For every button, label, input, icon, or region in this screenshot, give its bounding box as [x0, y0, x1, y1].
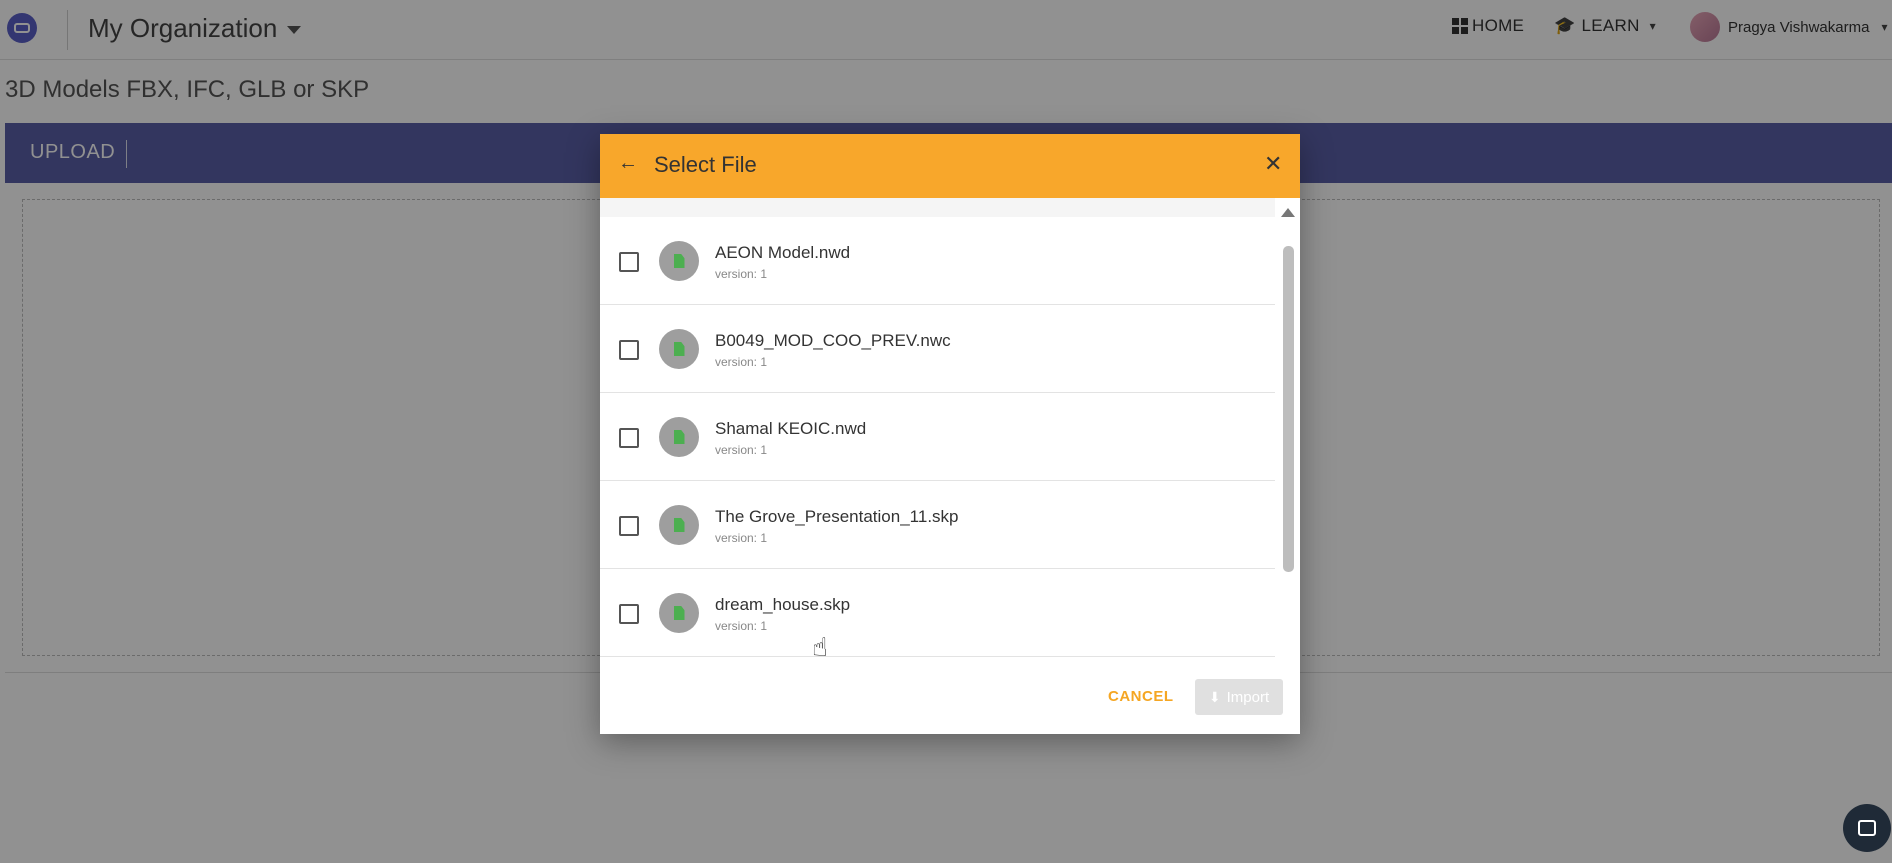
scroll-up-arrow[interactable] [1281, 208, 1295, 217]
dialog-footer: CANCEL ⬇ Import [600, 664, 1300, 734]
import-button[interactable]: ⬇ Import [1195, 679, 1283, 715]
file-version: version: 1 [715, 619, 768, 633]
close-icon[interactable]: ✕ [1264, 151, 1282, 177]
list-item[interactable]: B0049_MOD_COO_PREV.nwc version: 1 [600, 305, 1275, 393]
list-item[interactable]: dream_house.skp version: 1 [600, 569, 1275, 657]
file-icon [659, 417, 699, 457]
chat-icon [1858, 820, 1876, 836]
file-name: dream_house.skp [715, 595, 851, 614]
file-checkbox[interactable] [619, 516, 639, 536]
hand-cursor-icon: ☝ [812, 632, 828, 662]
file-list[interactable]: AEON Model.nwd version: 1 B0049_MOD_COO_… [600, 198, 1300, 664]
file-version: version: 1 [715, 267, 768, 281]
download-icon: ⬇ [1208, 688, 1221, 705]
arrow-left-icon[interactable]: ← [618, 152, 638, 175]
import-label: Import [1226, 688, 1270, 706]
file-icon [659, 241, 699, 281]
file-version: version: 1 [715, 531, 768, 545]
file-icon [659, 505, 699, 545]
file-checkbox[interactable] [619, 252, 639, 272]
file-name: AEON Model.nwd [715, 243, 851, 262]
file-checkbox[interactable] [619, 340, 639, 360]
scrollbar-thumb[interactable] [1283, 246, 1294, 572]
dialog-title: Select File [654, 152, 757, 177]
chat-button[interactable] [1843, 804, 1891, 852]
list-item[interactable]: The Grove_Presentation_11.skp version: 1 [600, 481, 1275, 569]
list-header-strip [600, 198, 1275, 217]
cancel-button[interactable]: CANCEL [1108, 688, 1174, 705]
select-file-dialog: ← Select File ✕ AEON Model.nwd version: … [600, 134, 1300, 734]
file-name: B0049_MOD_COO_PREV.nwc [715, 331, 951, 350]
list-item[interactable]: Shamal KEOIC.nwd version: 1 [600, 393, 1275, 481]
dialog-header: ← Select File ✕ [600, 134, 1300, 198]
file-version: version: 1 [715, 443, 768, 457]
file-checkbox[interactable] [619, 604, 639, 624]
file-icon [659, 329, 699, 369]
file-version: version: 1 [715, 355, 768, 369]
file-icon [659, 593, 699, 633]
file-name: The Grove_Presentation_11.skp [715, 507, 959, 526]
file-checkbox[interactable] [619, 428, 639, 448]
file-name: Shamal KEOIC.nwd [715, 419, 867, 438]
list-item[interactable]: AEON Model.nwd version: 1 [600, 217, 1275, 305]
